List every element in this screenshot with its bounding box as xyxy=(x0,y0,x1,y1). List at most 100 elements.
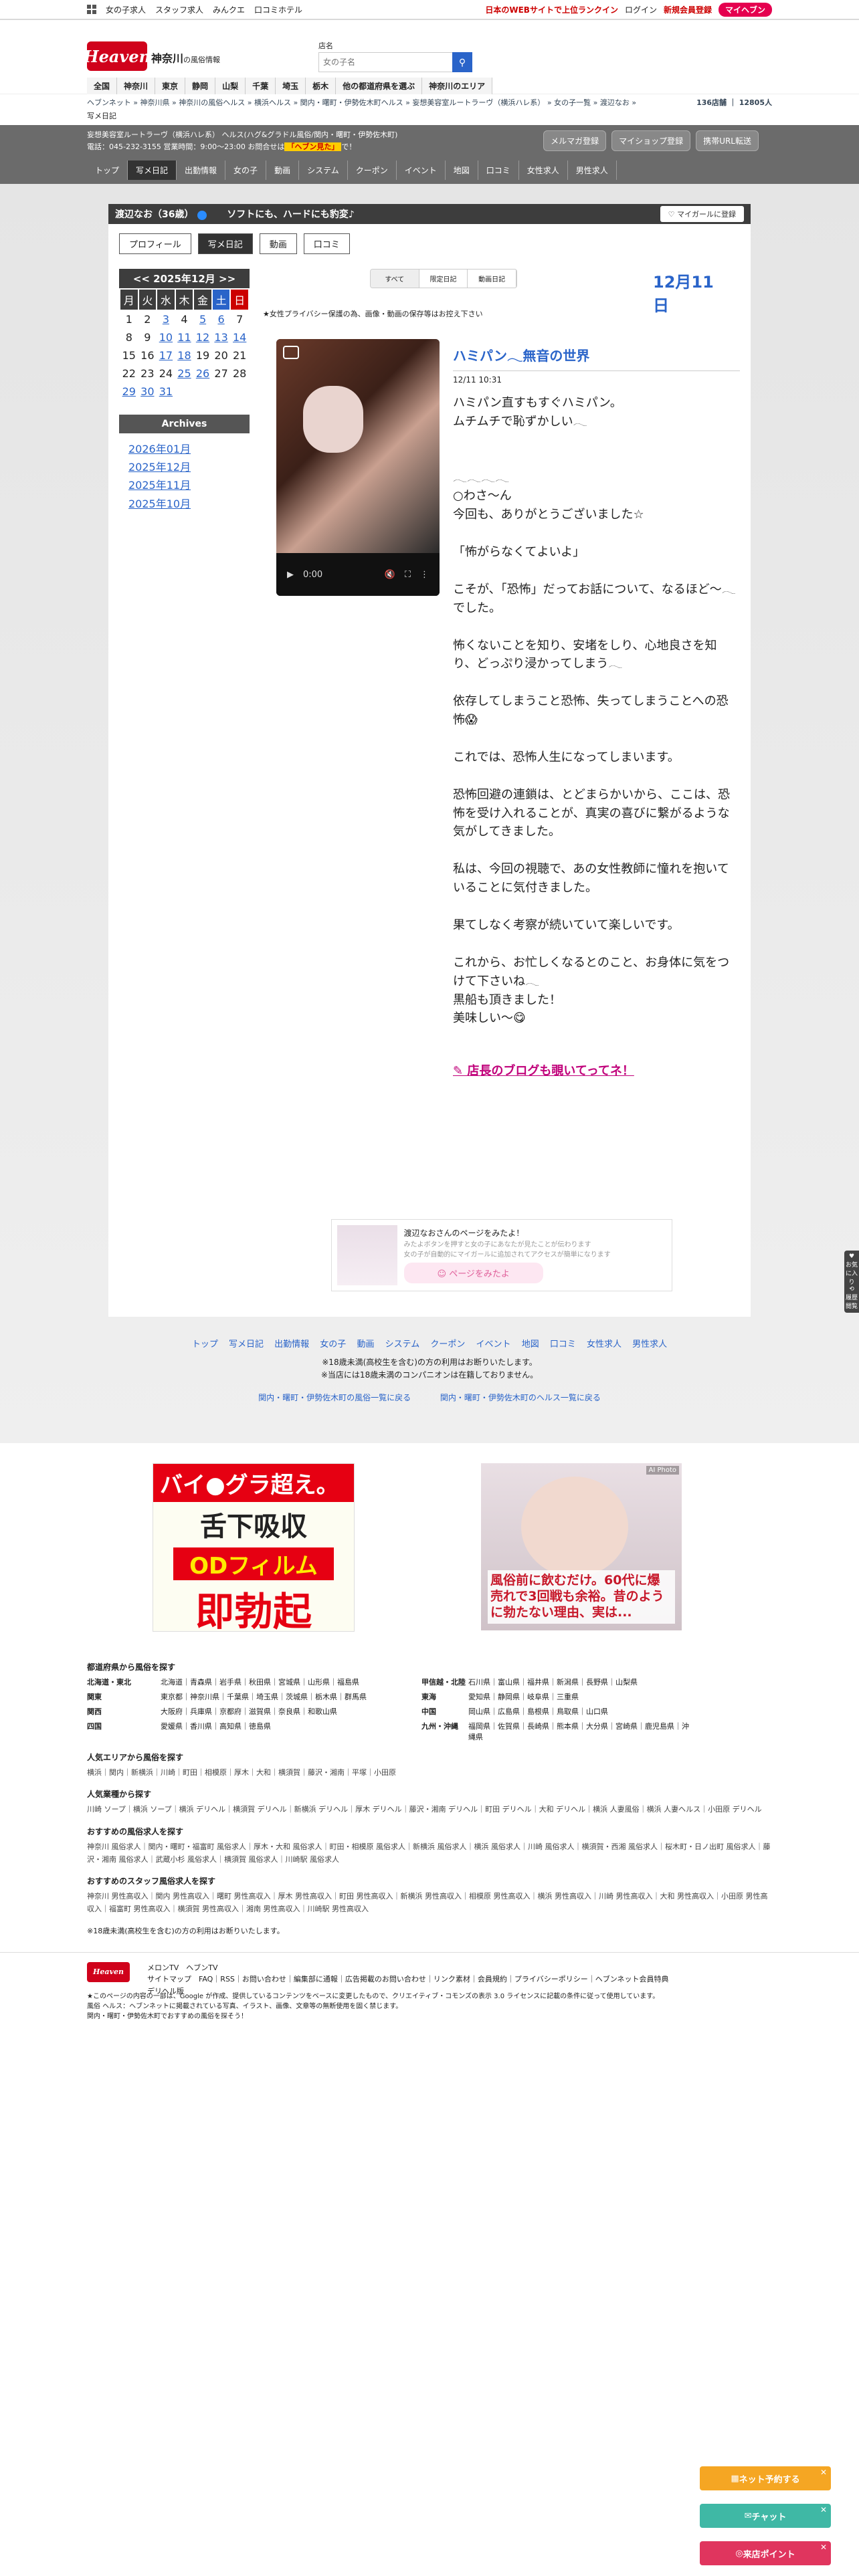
favorite-icon[interactable]: ♥ xyxy=(844,1253,859,1260)
area-tab[interactable]: 神奈川 xyxy=(117,78,156,94)
area-tab[interactable]: 千葉 xyxy=(246,78,276,94)
link-line[interactable]: 神奈川 男性高収入｜関内 男性高収入｜曙町 男性高収入｜厚木 男性高収入｜町田 … xyxy=(87,1891,772,1915)
back-link[interactable]: 関内・曙町・伊勢佐木町の風俗一覧に戻る xyxy=(258,1393,411,1402)
footnav-item[interactable]: 女の子 xyxy=(320,1339,346,1350)
calendar-day[interactable]: 26 xyxy=(194,365,211,382)
close-icon[interactable]: ✕ xyxy=(820,2468,827,2477)
tab-review[interactable]: 口コミ xyxy=(303,233,350,254)
fullscreen-icon[interactable]: ⛶ xyxy=(405,570,411,580)
breadcrumb-path[interactable]: ヘブンネット » 神奈川県 » 神奈川の風俗ヘルス » 横浜ヘルス » 関内・曙… xyxy=(87,97,636,108)
play-icon[interactable]: ▶ xyxy=(287,570,294,580)
archive-link[interactable]: 2025年10月 xyxy=(128,495,240,513)
pref-links[interactable]: 愛知県｜静岡県｜岐阜県｜三重県 xyxy=(468,1691,689,1702)
footer-links[interactable]: FAQ｜RSS｜お問い合わせ｜編集部に通報｜広告掲載のお問い合わせ｜リンク素材｜… xyxy=(199,1975,668,1983)
area-tab[interactable]: 栃木 xyxy=(306,78,337,94)
myheaven-button[interactable]: マイヘブン xyxy=(718,2,772,17)
link-line[interactable]: 川崎 ソープ｜横浜 ソープ｜横浜 デリヘル｜横須賀 デリヘル｜新横浜 デリヘル｜… xyxy=(87,1804,772,1816)
tab-profile[interactable]: プロフィール xyxy=(119,233,191,254)
calendar-day[interactable]: 12 xyxy=(194,329,211,346)
area-tab[interactable]: 山梨 xyxy=(215,78,246,94)
heaven-logo[interactable]: Heaven xyxy=(84,41,151,71)
shop-nav-item[interactable]: 動画 xyxy=(266,160,300,180)
footnav-item[interactable]: トップ xyxy=(192,1339,218,1350)
shop-nav-item[interactable]: 女性求人 xyxy=(519,160,568,180)
more-icon[interactable]: ⋮ xyxy=(420,570,429,580)
footnav-item[interactable]: クーポン xyxy=(430,1339,465,1350)
side-icon-label[interactable]: お気に入り xyxy=(844,1260,859,1286)
footnav-item[interactable]: 男性求人 xyxy=(632,1339,667,1350)
area-tab[interactable]: 東京 xyxy=(155,78,186,94)
calendar-day[interactable]: 10 xyxy=(157,329,175,346)
back-link[interactable]: 関内・曙町・伊勢佐木町のヘルス一覧に戻る xyxy=(440,1393,601,1402)
mute-icon[interactable]: 🔇 xyxy=(385,570,395,580)
filter-video[interactable]: 動画日記 xyxy=(468,270,516,288)
archive-link[interactable]: 2025年11月 xyxy=(128,476,240,494)
link-line[interactable]: 神奈川 風俗求人｜関内・曙町・福富町 風俗求人｜厚木・大和 風俗求人｜町田・相模… xyxy=(87,1841,772,1866)
topstrip-link[interactable]: スタッフ求人 xyxy=(155,4,203,15)
pref-links[interactable]: 愛媛県｜香川県｜高知県｜徳島県 xyxy=(161,1721,421,1742)
footnav-item[interactable]: 女性求人 xyxy=(587,1339,622,1350)
footnav-item[interactable]: 出勤情報 xyxy=(274,1339,309,1350)
calendar-day[interactable]: 13 xyxy=(213,329,230,346)
shop-nav-item[interactable]: システム xyxy=(299,160,348,180)
area-tab[interactable]: 全国 xyxy=(87,78,118,94)
footnav-item[interactable]: 口コミ xyxy=(550,1339,576,1350)
ad-banner[interactable]: バイ●グラ超え。 舌下吸収 ODフィルム 即勃起 xyxy=(153,1463,355,1632)
calendar-day[interactable]: 14 xyxy=(231,329,248,346)
shop-nav-item[interactable]: イベント xyxy=(397,160,446,180)
melon-tv-link[interactable]: メロンTV xyxy=(147,1963,179,1972)
archive-link[interactable]: 2025年12月 xyxy=(128,458,240,476)
area-tab[interactable]: 静岡 xyxy=(185,78,216,94)
shop-nav-item[interactable]: 口コミ xyxy=(478,160,519,180)
pref-links[interactable]: 東京都｜神奈川県｜千葉県｜埼玉県｜茨城県｜栃木県｜群馬県 xyxy=(161,1691,421,1702)
calendar-header[interactable]: << 2025年12月 >> xyxy=(119,269,250,288)
pref-links[interactable]: 福岡県｜佐賀県｜長崎県｜熊本県｜大分県｜宮崎県｜鹿児島県｜沖縄県 xyxy=(468,1721,689,1742)
side-icon-label[interactable]: 閲覧 xyxy=(844,1301,859,1310)
calendar-day[interactable]: 18 xyxy=(176,347,193,364)
heaven-tv-link[interactable]: ヘブンTV xyxy=(186,1963,217,1972)
shop-nav-item[interactable]: 出勤情報 xyxy=(177,160,226,180)
tab-video[interactable]: 動画 xyxy=(259,233,297,254)
calendar-day[interactable]: 6 xyxy=(213,311,230,328)
calendar-day[interactable]: 3 xyxy=(157,311,175,328)
footer-logo[interactable]: Heaven xyxy=(87,1961,130,1982)
filter-limited[interactable]: 限定日記 xyxy=(419,270,468,288)
footnav-item[interactable]: 動画 xyxy=(357,1339,374,1350)
calendar-day[interactable]: 31 xyxy=(157,383,175,400)
shop-nav-item[interactable]: 女の子 xyxy=(225,160,267,180)
chat-button[interactable]: ✉ チャット ✕ xyxy=(700,2504,831,2528)
area-tab[interactable]: 神奈川のエリア xyxy=(422,78,493,94)
link-line[interactable]: 横浜｜関内｜新横浜｜川崎｜町田｜相模原｜厚木｜大和｜横須賀｜藤沢・湘南｜平塚｜小… xyxy=(87,1767,772,1780)
mailmag-button[interactable]: メルマガ登録 xyxy=(543,130,607,151)
footnav-item[interactable]: 地図 xyxy=(522,1339,539,1350)
grid-menu-icon[interactable] xyxy=(87,5,96,14)
girl-name[interactable]: 渡辺なお（36歳） xyxy=(115,209,193,220)
shop-nav-item[interactable]: トップ xyxy=(87,160,128,180)
pref-links[interactable]: 岡山県｜広島県｜島根県｜鳥取県｜山口県 xyxy=(468,1706,689,1717)
mobile-url-button[interactable]: 携帯URL転送 xyxy=(696,130,759,151)
register-link[interactable]: 新規会員登録 xyxy=(664,4,712,15)
pref-links[interactable]: 北海道｜青森県｜岩手県｜秋田県｜宮城県｜山形県｜福島県 xyxy=(161,1677,421,1687)
sitemap-label[interactable]: サイトマップ xyxy=(147,1975,191,1983)
video-player[interactable]: ▶ 0:00 🔇 ⛶ ⋮ xyxy=(276,339,440,596)
calendar-day[interactable]: 11 xyxy=(176,329,193,346)
calendar-day[interactable]: 17 xyxy=(157,347,175,364)
filter-all[interactable]: すべて xyxy=(371,270,419,288)
archive-link[interactable]: 2026年01月 xyxy=(128,440,240,458)
calendar-day[interactable]: 25 xyxy=(176,365,193,382)
mygirl-button[interactable]: ♡ マイガールに登録 xyxy=(660,206,744,222)
shop-nav-item[interactable]: 地図 xyxy=(446,160,478,180)
topstrip-link[interactable]: 口コミホテル xyxy=(254,4,302,15)
area-tab[interactable]: 埼玉 xyxy=(276,78,306,94)
login-link[interactable]: ログイン xyxy=(625,4,657,15)
footnav-item[interactable]: システム xyxy=(385,1339,420,1350)
tab-diary[interactable]: 写メ日記 xyxy=(197,233,253,254)
topstrip-link[interactable]: 女の子求人 xyxy=(106,4,146,15)
shop-nav-item[interactable]: クーポン xyxy=(348,160,397,180)
calendar-day[interactable]: 29 xyxy=(120,383,138,400)
shop-nav-item[interactable]: 写メ日記 xyxy=(128,160,177,180)
shop-blog-link[interactable]: ✎ 店長のブログも覗いてってネ！ xyxy=(453,1061,740,1079)
calendar-day[interactable]: 5 xyxy=(194,311,211,328)
calendar-day[interactable]: 30 xyxy=(139,383,157,400)
visit-point-button[interactable]: ◎ 来店ポイント ✕ xyxy=(700,2541,831,2565)
